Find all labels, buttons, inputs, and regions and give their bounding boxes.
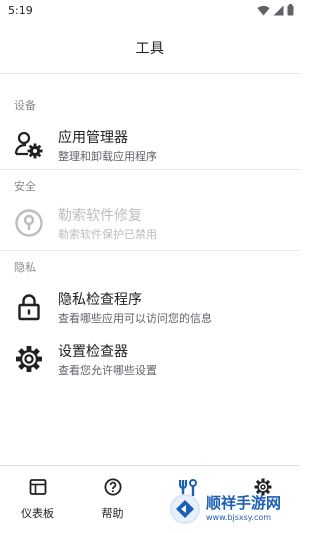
wifi-icon: [257, 5, 270, 16]
tools-icon: [150, 478, 225, 498]
item-title: 隐私检查程序: [58, 292, 142, 308]
nav-item-tools[interactable]: [150, 466, 225, 533]
list-item-app-manager[interactable]: 应用管理器 整理和卸载应用程序: [0, 120, 300, 170]
section-header-device: 设备: [14, 99, 36, 112]
divider: [0, 250, 300, 251]
settings-icon: [225, 478, 300, 498]
nav-label: 仪表板: [21, 507, 54, 520]
nav-label: 帮助: [101, 507, 124, 520]
page-title: 工具: [135, 41, 165, 57]
lock-circle-icon: [14, 208, 44, 238]
item-subtitle: 查看哪些应用可以访问您的信息: [58, 312, 212, 325]
section-header-privacy: 隐私: [14, 261, 36, 274]
item-title: 应用管理器: [58, 130, 128, 146]
dashboard-icon: [0, 478, 75, 498]
list-item-ransomware-remediation[interactable]: 勒索软件修复 勒索软件保护已禁用: [0, 198, 300, 248]
list-item-settings-checker[interactable]: 设置检查器 查看您允许哪些设置: [0, 334, 300, 384]
bottom-navigation: 仪表板 帮助: [0, 465, 300, 533]
battery-icon: [287, 4, 294, 16]
help-icon: [75, 478, 150, 498]
item-subtitle: 查看您允许哪些设置: [58, 364, 157, 377]
padlock-icon: [14, 292, 44, 322]
status-icons: [257, 4, 294, 16]
item-title: 设置检查器: [58, 344, 128, 360]
nav-item-settings[interactable]: [225, 466, 300, 533]
list-item-privacy-checker[interactable]: 隐私检查程序 查看哪些应用可以访问您的信息: [0, 282, 300, 332]
app-bar: 工具: [0, 22, 300, 74]
status-time: 5:19: [8, 4, 33, 17]
item-title: 勒索软件修复: [58, 208, 142, 224]
item-subtitle: 整理和卸载应用程序: [58, 150, 157, 163]
divider: [0, 169, 300, 170]
gear-icon: [14, 344, 44, 374]
nav-item-dashboard[interactable]: 仪表板: [0, 466, 75, 533]
signal-icon: [273, 5, 284, 15]
section-header-security: 安全: [14, 180, 36, 193]
nav-item-help[interactable]: 帮助: [75, 466, 150, 533]
app-manager-icon: [14, 130, 44, 160]
item-subtitle: 勒索软件保护已禁用: [58, 228, 157, 241]
status-bar: 5:19: [0, 0, 300, 22]
